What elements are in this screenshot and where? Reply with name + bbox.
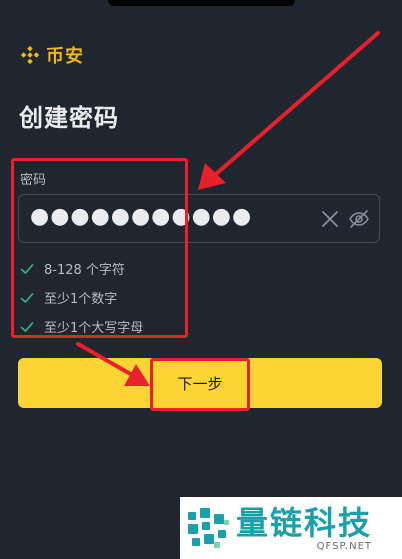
annotation-box-password [11,158,188,338]
watermark: 量链科技 QFSP.NET [180,497,402,559]
watermark-title: 量链科技 [236,503,373,542]
annotation-arrow-to-password [198,31,380,190]
annotation-box-next [150,358,250,411]
eye-off-icon[interactable] [348,209,370,229]
binance-diamond-icon [20,45,40,65]
close-icon[interactable] [320,209,340,229]
page-title: 创建密码 [19,104,119,132]
watermark-logo-icon [188,508,229,548]
brand-name: 币安 [46,46,84,67]
brand-logo: 币安 [19,42,84,68]
watermark-subtitle: QFSP.NET [316,540,373,552]
device-notch [108,0,295,6]
